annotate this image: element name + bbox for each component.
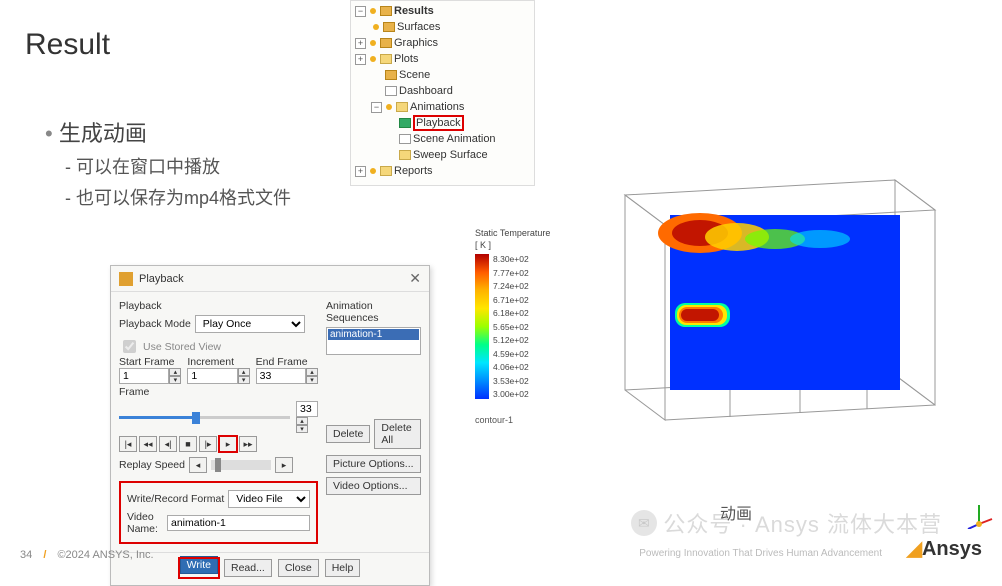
replay-speed-slider[interactable] bbox=[211, 460, 271, 470]
close-icon[interactable]: ✕ bbox=[409, 270, 421, 287]
video-name-input[interactable] bbox=[167, 515, 310, 531]
end-frame-input[interactable] bbox=[256, 368, 306, 384]
help-button[interactable]: Help bbox=[325, 559, 361, 577]
increment-label: Increment bbox=[187, 356, 249, 368]
start-frame-input[interactable] bbox=[119, 368, 169, 384]
tree-item-plots[interactable]: +Plots bbox=[351, 51, 534, 67]
copyright: ©2024 ANSYS, Inc. bbox=[57, 549, 153, 561]
footer-left: 34 / ©2024 ANSYS, Inc. bbox=[20, 549, 154, 561]
read-button[interactable]: Read... bbox=[224, 559, 272, 577]
bullet-1-sub-2: 也可以保存为mp4格式文件 bbox=[65, 183, 291, 214]
anim-sequences-label: Animation Sequences bbox=[326, 300, 421, 324]
ansys-logo: ◢Ansys bbox=[907, 536, 982, 561]
spin-up-icon[interactable]: ▴ bbox=[296, 417, 308, 425]
colorbar bbox=[475, 254, 489, 399]
tree-item-sweep-surface[interactable]: Sweep Surface bbox=[351, 147, 534, 163]
wechat-watermark: ✉ 公众号 · Ansys 流体大本营 bbox=[631, 507, 942, 539]
video-name-label: Video Name: bbox=[127, 511, 163, 535]
legend-ticks: 8.30e+027.77e+027.24e+02 6.71e+026.18e+0… bbox=[493, 254, 529, 399]
replay-faster-icon[interactable]: ▸ bbox=[275, 457, 293, 473]
delete-all-button[interactable]: Delete All bbox=[374, 419, 421, 449]
spin-down-icon[interactable]: ▾ bbox=[306, 376, 318, 384]
write-record-group: Write/Record Format Video File Video Nam… bbox=[119, 481, 318, 544]
legend-unit: [ K ] bbox=[475, 240, 550, 250]
replay-speed-label: Replay Speed bbox=[119, 459, 185, 471]
transport-stepback-icon[interactable]: ◂| bbox=[159, 436, 177, 452]
playback-mode-label: Playback Mode bbox=[119, 318, 191, 330]
write-format-label: Write/Record Format bbox=[127, 493, 224, 505]
anim-sequence-item[interactable]: animation-1 bbox=[328, 329, 419, 340]
results-tree: −Results Surfaces +Graphics +Plots Scene… bbox=[350, 0, 535, 186]
spin-down-icon[interactable]: ▾ bbox=[169, 376, 181, 384]
start-frame-label: Start Frame bbox=[119, 356, 181, 368]
tree-item-animations[interactable]: −Animations bbox=[351, 99, 534, 115]
end-frame-label: End Frame bbox=[256, 356, 318, 368]
transport-stepfwd-icon[interactable]: |▸ bbox=[199, 436, 217, 452]
spin-up-icon[interactable]: ▴ bbox=[238, 368, 250, 376]
wechat-icon: ✉ bbox=[631, 510, 657, 536]
footer-tagline: Powering Innovation That Drives Human Ad… bbox=[639, 548, 882, 559]
spin-down-icon[interactable]: ▾ bbox=[238, 376, 250, 384]
tree-item-scene[interactable]: Scene bbox=[351, 67, 534, 83]
contour-label: contour-1 bbox=[475, 415, 513, 425]
anim-sequences-list[interactable]: animation-1 bbox=[326, 327, 421, 355]
tree-item-results[interactable]: −Results bbox=[351, 3, 534, 19]
write-button[interactable]: Write bbox=[180, 556, 218, 574]
colormap-legend: Static Temperature [ K ] 8.30e+027.77e+0… bbox=[475, 228, 550, 399]
slide-title: Result bbox=[25, 28, 110, 62]
picture-options-button[interactable]: Picture Options... bbox=[326, 455, 421, 473]
transport-first-icon[interactable]: |◂ bbox=[119, 436, 137, 452]
transport-rewind-icon[interactable]: ◂◂ bbox=[139, 436, 157, 452]
bullet-list: 生成动画 可以在窗口中播放 也可以保存为mp4格式文件 bbox=[45, 115, 291, 214]
transport-play-icon[interactable]: ▸ bbox=[219, 436, 237, 452]
spin-down-icon[interactable]: ▾ bbox=[296, 425, 308, 433]
tree-item-dashboard[interactable]: Dashboard bbox=[351, 83, 534, 99]
page-number: 34 bbox=[20, 549, 32, 561]
replay-slower-icon[interactable]: ◂ bbox=[189, 457, 207, 473]
dialog-title: Playback bbox=[139, 273, 409, 285]
tree-item-reports[interactable]: +Reports bbox=[351, 163, 534, 179]
tree-item-graphics[interactable]: +Graphics bbox=[351, 35, 534, 51]
footer-divider-icon: / bbox=[43, 549, 46, 561]
bullet-1-sub-1: 可以在窗口中播放 bbox=[65, 152, 291, 183]
increment-input[interactable] bbox=[187, 368, 237, 384]
frame-value-input[interactable] bbox=[296, 401, 318, 417]
frame-slider[interactable] bbox=[119, 410, 290, 424]
use-stored-view-checkbox[interactable]: Use Stored View bbox=[119, 337, 318, 356]
playback-dialog: Playback ✕ Playback Playback Mode Play O… bbox=[110, 265, 430, 586]
bullet-1: 生成动画 bbox=[45, 115, 291, 152]
frame-label: Frame bbox=[119, 386, 318, 398]
spin-up-icon[interactable]: ▴ bbox=[306, 368, 318, 376]
legend-title: Static Temperature bbox=[475, 228, 550, 238]
temperature-contour-viz bbox=[565, 155, 960, 460]
tree-item-surfaces[interactable]: Surfaces bbox=[351, 19, 534, 35]
write-format-select[interactable]: Video File bbox=[228, 490, 310, 508]
delete-button[interactable]: Delete bbox=[326, 425, 370, 443]
close-button[interactable]: Close bbox=[278, 559, 319, 577]
transport-controls: |◂ ◂◂ ◂| ■ |▸ ▸ ▸▸ bbox=[119, 436, 318, 452]
playback-section-label: Playback bbox=[119, 300, 318, 312]
transport-stop-icon[interactable]: ■ bbox=[179, 436, 197, 452]
tree-item-scene-animation[interactable]: Scene Animation bbox=[351, 131, 534, 147]
spin-up-icon[interactable]: ▴ bbox=[169, 368, 181, 376]
video-options-button[interactable]: Video Options... bbox=[326, 477, 421, 495]
dialog-titlebar: Playback ✕ bbox=[111, 266, 429, 292]
app-icon bbox=[119, 272, 133, 286]
playback-mode-select[interactable]: Play Once bbox=[195, 315, 305, 333]
tree-item-playback[interactable]: Playback bbox=[351, 115, 534, 131]
transport-fastfwd-icon[interactable]: ▸▸ bbox=[239, 436, 257, 452]
axis-triad-icon bbox=[964, 499, 994, 529]
